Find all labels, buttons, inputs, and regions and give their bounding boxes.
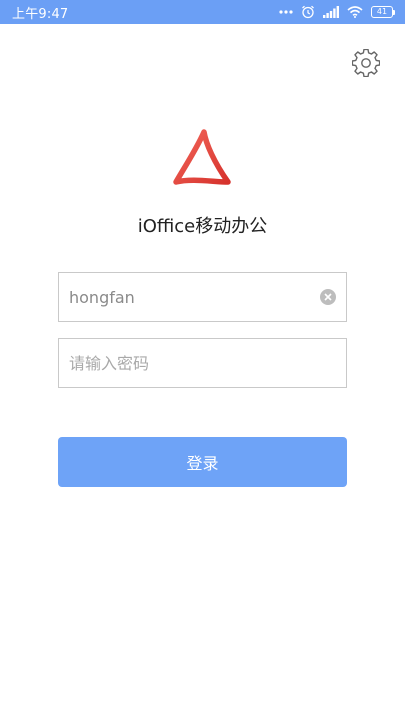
battery-icon: 41 xyxy=(371,6,395,18)
signal-icon xyxy=(323,6,339,18)
app-title: iOffice移动办公 xyxy=(137,216,268,237)
username-field xyxy=(58,272,347,322)
status-bar: 上午9:47 41 xyxy=(0,0,405,24)
login-button[interactable]: 登录 xyxy=(58,437,347,487)
status-time: 上午9:47 xyxy=(12,6,69,22)
settings-button[interactable] xyxy=(351,48,381,81)
wifi-icon xyxy=(347,6,363,18)
triangle-logo-icon xyxy=(170,128,234,190)
password-field xyxy=(58,338,347,388)
username-input[interactable] xyxy=(69,287,314,307)
battery-level: 41 xyxy=(371,6,393,18)
more-dots-icon xyxy=(279,10,293,14)
clear-icon[interactable] xyxy=(320,289,336,305)
status-icons: 41 xyxy=(279,5,395,19)
password-input[interactable] xyxy=(69,353,336,373)
alarm-icon xyxy=(301,5,315,19)
gear-icon xyxy=(351,48,381,81)
